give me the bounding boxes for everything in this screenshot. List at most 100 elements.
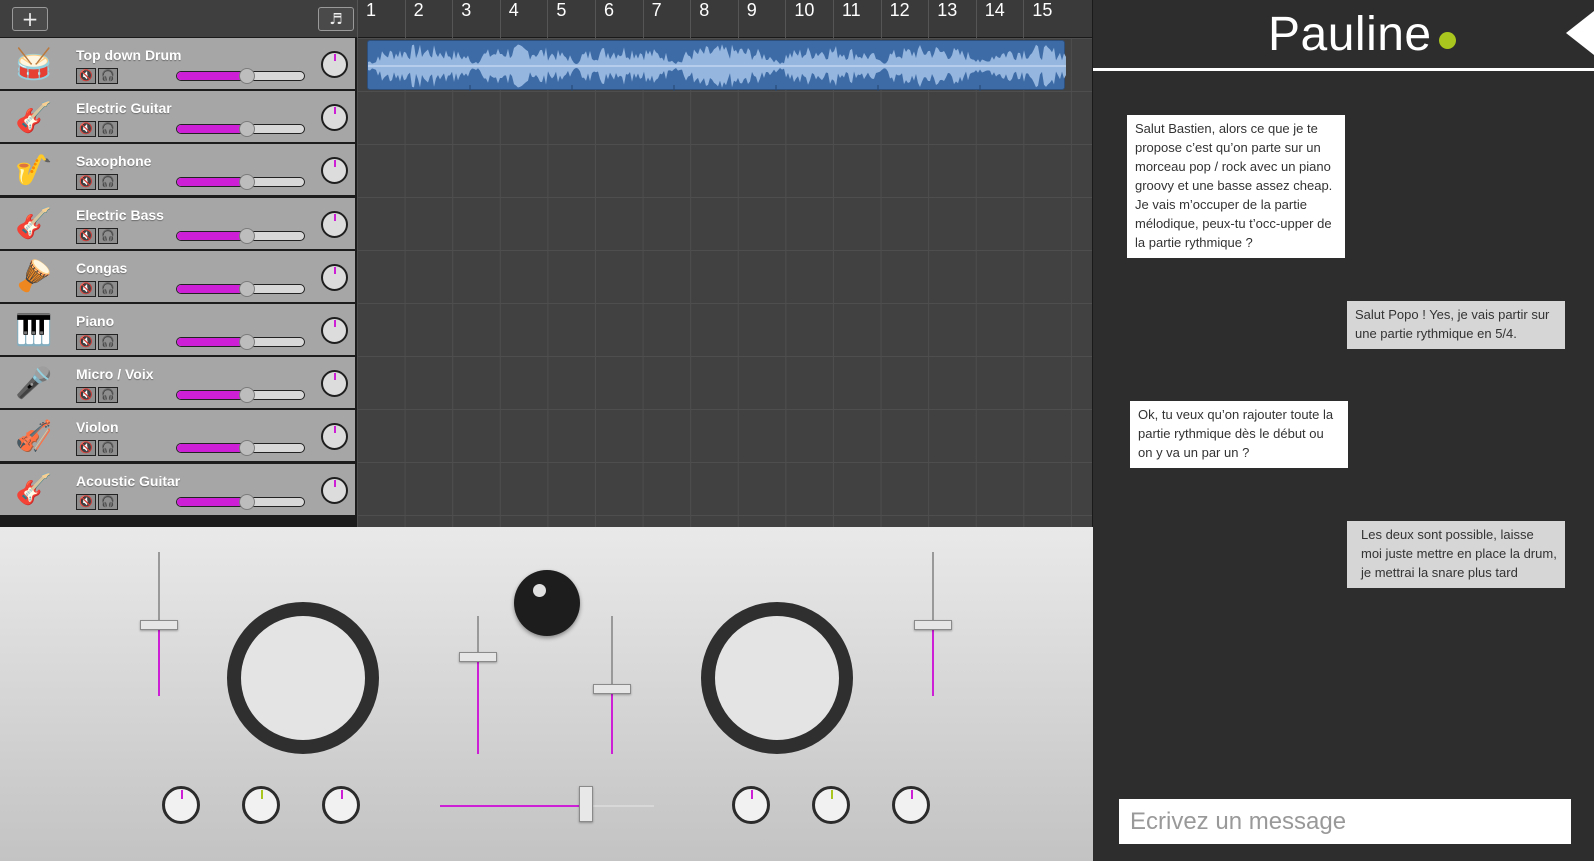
left-pitch-fader[interactable]: [140, 552, 178, 696]
left-eq-low-knob[interactable]: [322, 786, 360, 824]
ruler-bar-number: 5: [556, 0, 567, 20]
mute-icon[interactable]: 🔇: [76, 68, 96, 84]
mute-icon[interactable]: 🔇: [76, 280, 96, 297]
headphones-icon[interactable]: 🎧: [98, 174, 118, 191]
mute-icon[interactable]: 🔇: [76, 121, 96, 138]
instrument-icon: 🪘: [15, 260, 53, 294]
pan-knob[interactable]: [321, 157, 348, 185]
volume-slider[interactable]: [176, 387, 305, 404]
instrument-icon: 🥁: [15, 47, 53, 81]
arrangement-grid[interactable]: [357, 38, 1093, 527]
track-row[interactable]: 🎸 Electric Guitar 🔇 🎧: [0, 91, 357, 145]
fader-cap[interactable]: [459, 652, 497, 662]
volume-slider[interactable]: [176, 280, 305, 297]
mute-icon[interactable]: 🔇: [76, 440, 96, 457]
track-row[interactable]: 🎷 Saxophone 🔇 🎧: [0, 144, 357, 198]
volume-slider[interactable]: [176, 174, 305, 191]
ruler-tick: [404, 0, 406, 38]
ruler-tick: [499, 0, 501, 38]
ruler-tick: [1023, 0, 1025, 38]
crossfader-cap[interactable]: [578, 786, 593, 822]
volume-slider[interactable]: [176, 121, 305, 138]
left-eq-mid-knob[interactable]: [242, 786, 280, 824]
crossfader-fill: [440, 805, 586, 807]
instrument-icon: 🎸: [15, 207, 53, 241]
chat-message-sent: Salut Popo ! Yes, je vais partir sur une…: [1347, 301, 1565, 349]
mute-icon[interactable]: 🔇: [76, 387, 96, 404]
ruler-bar-number: 10: [794, 0, 815, 20]
ruler-bar-number: 14: [984, 0, 1005, 20]
pan-knob[interactable]: [321, 210, 348, 238]
volume-thumb[interactable]: [238, 280, 255, 297]
track-row[interactable]: 🎻 Violon 🔇 🎧: [0, 410, 357, 464]
timeline-ruler[interactable]: 1 2 3 4 5 6 7 8 9 10 11 12 13 14 15: [357, 0, 1093, 38]
right-volume-fader[interactable]: [593, 616, 631, 754]
volume-thumb[interactable]: [238, 121, 255, 138]
right-eq-mid-knob[interactable]: [812, 786, 850, 824]
right-jog-wheel[interactable]: [701, 602, 853, 754]
track-row[interactable]: 🎸 Acoustic Guitar 🔇 🎧: [0, 463, 357, 517]
headphones-icon[interactable]: 🎧: [98, 387, 118, 404]
volume-thumb[interactable]: [238, 493, 255, 510]
volume-thumb[interactable]: [238, 227, 255, 244]
pan-knob[interactable]: [321, 476, 348, 504]
headphones-icon[interactable]: 🎧: [98, 227, 118, 244]
ruler-tick: [452, 0, 454, 38]
metronome-button[interactable]: ♬: [318, 7, 354, 31]
track-row[interactable]: 🎹 Piano 🔇 🎧: [0, 304, 357, 357]
track-row[interactable]: 🎤 Micro / Voix 🔇 🎧: [0, 357, 357, 411]
volume-slider[interactable]: [176, 68, 305, 84]
ruler-tick: [357, 0, 358, 38]
audio-region[interactable]: [367, 40, 1066, 91]
pan-knob[interactable]: [321, 423, 348, 451]
track-name: Electric Guitar: [76, 100, 172, 117]
master-knob[interactable]: [514, 570, 580, 636]
left-volume-fader[interactable]: [459, 616, 497, 754]
left-jog-wheel[interactable]: [227, 602, 379, 754]
chat-message-received: Salut Bastien, alors ce que je te propos…: [1127, 115, 1345, 258]
headphones-icon[interactable]: 🎧: [98, 440, 118, 457]
mute-icon[interactable]: 🔇: [76, 174, 96, 191]
ruler-bar-number: 4: [508, 0, 519, 20]
right-eq-high-knob[interactable]: [732, 786, 770, 824]
right-pitch-fader[interactable]: [914, 552, 952, 696]
pan-knob[interactable]: [321, 263, 348, 291]
headphones-icon[interactable]: 🎧: [98, 121, 118, 138]
fader-cap[interactable]: [140, 620, 178, 630]
volume-slider[interactable]: [176, 227, 305, 244]
pan-knob[interactable]: [321, 104, 348, 132]
volume-thumb[interactable]: [238, 174, 255, 191]
headphones-icon[interactable]: 🎧: [98, 334, 118, 350]
track-row[interactable]: 🎸 Electric Bass 🔇 🎧: [0, 197, 357, 251]
ruler-tick: [975, 0, 977, 38]
instrument-icon: 🎹: [15, 313, 53, 347]
fader-cap[interactable]: [914, 620, 952, 630]
volume-thumb[interactable]: [238, 68, 255, 84]
mute-icon[interactable]: 🔇: [76, 334, 96, 350]
pan-knob[interactable]: [321, 370, 348, 398]
left-eq-high-knob[interactable]: [162, 786, 200, 824]
headphones-icon[interactable]: 🎧: [98, 493, 118, 510]
track-name: Electric Bass: [76, 206, 164, 223]
headphones-icon[interactable]: 🎧: [98, 68, 118, 84]
collapse-arrow-icon[interactable]: [1566, 11, 1594, 55]
fader-cap[interactable]: [593, 684, 631, 694]
crossfader[interactable]: [440, 786, 654, 822]
volume-thumb[interactable]: [238, 387, 255, 404]
pan-knob[interactable]: [321, 317, 348, 344]
volume-slider[interactable]: [176, 493, 305, 510]
volume-thumb[interactable]: [238, 334, 255, 350]
track-row[interactable]: 🥁 Top down Drum 🔇 🎧: [0, 38, 357, 91]
pan-knob[interactable]: [321, 51, 348, 78]
ruler-bar-number: 2: [413, 0, 424, 20]
right-eq-low-knob[interactable]: [892, 786, 930, 824]
volume-slider[interactable]: [176, 334, 305, 350]
volume-slider[interactable]: [176, 440, 305, 457]
volume-thumb[interactable]: [238, 440, 255, 457]
message-input[interactable]: [1119, 799, 1571, 844]
track-row[interactable]: 🪘 Congas 🔇 🎧: [0, 250, 357, 304]
add-track-button[interactable]: +: [12, 7, 48, 31]
mute-icon[interactable]: 🔇: [76, 227, 96, 244]
headphones-icon[interactable]: 🎧: [98, 280, 118, 297]
mute-icon[interactable]: 🔇: [76, 493, 96, 510]
